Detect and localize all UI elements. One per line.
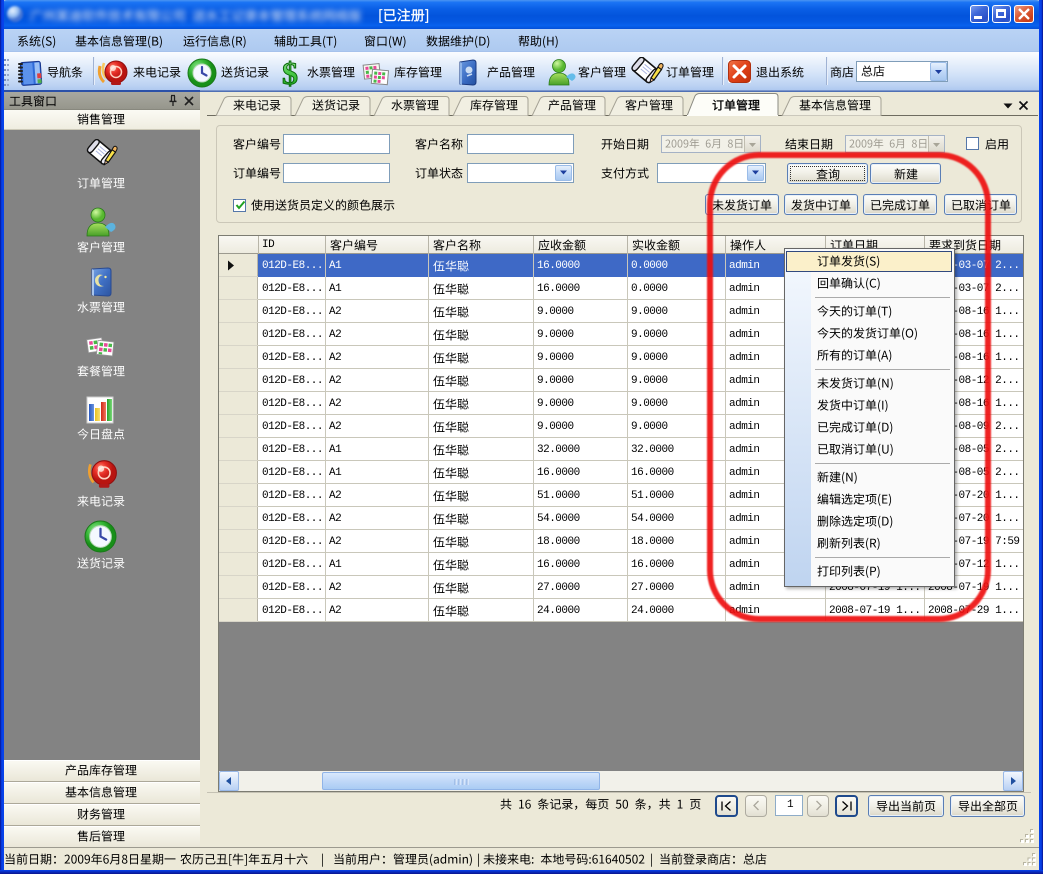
svg-text:$: $ (282, 57, 298, 89)
